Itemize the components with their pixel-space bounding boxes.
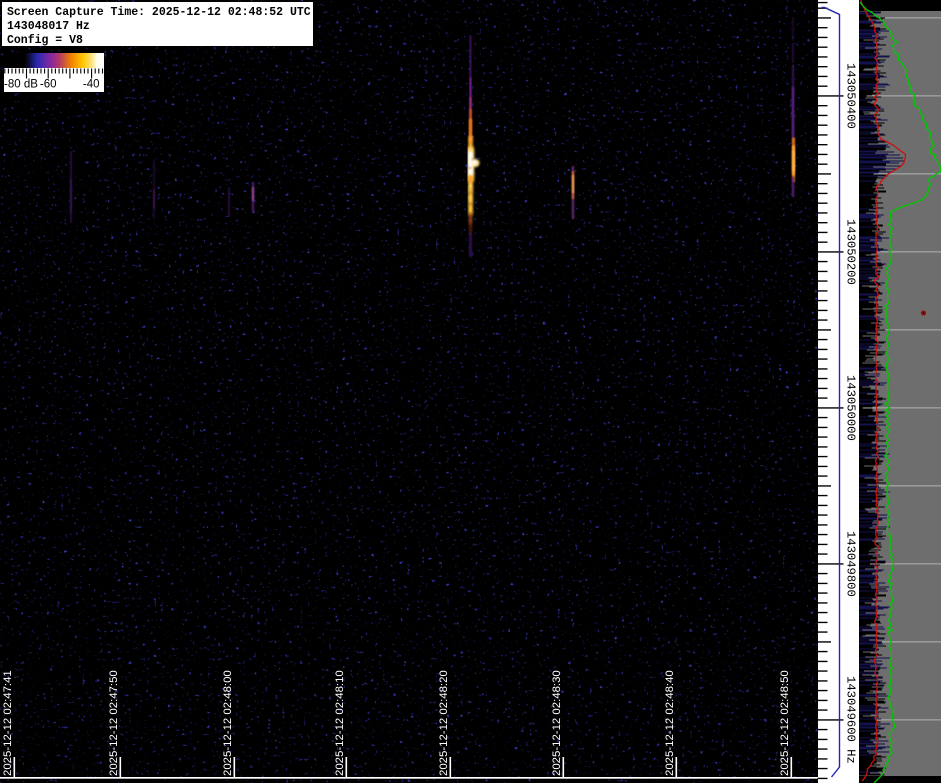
- svg-text:-80 dB: -80 dB: [4, 79, 38, 91]
- svg-text:2025-12-12 02:47:50: 2025-12-12 02:47:50: [108, 670, 120, 776]
- svg-text:143050200: 143050200: [844, 219, 858, 285]
- svg-text:2025-12-12 02:48:50: 2025-12-12 02:48:50: [779, 670, 791, 776]
- svg-text:143049600 Hz: 143049600 Hz: [844, 676, 858, 764]
- svg-text:143049800: 143049800: [844, 531, 858, 597]
- svg-text:2025-12-12 02:48:20: 2025-12-12 02:48:20: [438, 670, 450, 776]
- svg-text:143050000: 143050000: [844, 375, 858, 441]
- svg-text:2025-12-12 02:48:40: 2025-12-12 02:48:40: [664, 670, 676, 776]
- svg-text:2025-12-12 02:48:00: 2025-12-12 02:48:00: [222, 670, 234, 776]
- svg-text:143050400: 143050400: [844, 63, 858, 129]
- svg-text:Screen Capture Time: 2025-12-1: Screen Capture Time: 2025-12-12 02:48:52…: [7, 6, 311, 19]
- svg-text:-40: -40: [83, 79, 100, 91]
- svg-text:2025-12-12 02:47:41: 2025-12-12 02:47:41: [2, 670, 14, 776]
- svg-text:-60: -60: [40, 79, 57, 91]
- svg-text:2025-12-12 02:48:10: 2025-12-12 02:48:10: [334, 670, 346, 776]
- svg-text:2025-12-12 02:48:30: 2025-12-12 02:48:30: [551, 670, 563, 776]
- svg-text:143048017 Hz: 143048017 Hz: [7, 20, 90, 33]
- svg-text:Config = V8: Config = V8: [7, 34, 83, 47]
